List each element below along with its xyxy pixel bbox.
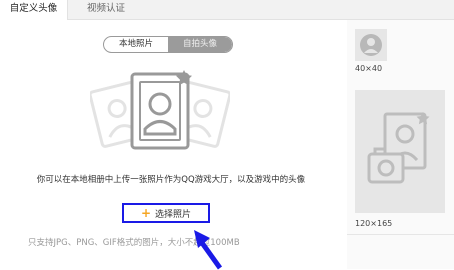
tab-video-verify[interactable]: 视频认证 xyxy=(76,0,136,19)
toggle-selfie-avatar[interactable]: 自拍头像 xyxy=(168,37,232,52)
annotation-arrow-icon xyxy=(194,230,223,270)
toggle-local-photo[interactable]: 本地照片 xyxy=(104,37,168,52)
large-size-label: 120×165 xyxy=(355,219,393,228)
photo-illustration-icon xyxy=(90,70,230,150)
divider xyxy=(347,234,454,235)
avatar-preview-small xyxy=(355,29,387,61)
tab-bar: 自定义头像 视频认证 xyxy=(0,0,454,20)
camera-portrait-icon xyxy=(367,112,430,184)
choose-photo-button[interactable]: + 选择照片 xyxy=(122,203,210,223)
small-size-label: 40×40 xyxy=(355,64,383,73)
photo-source-toggle: 本地照片 自拍头像 xyxy=(103,36,233,53)
tab-custom-avatar[interactable]: 自定义头像 xyxy=(0,0,68,20)
upload-description: 你可以在本地相册中上传一张照片作为QQ游戏大厅，以及游戏中的头像 xyxy=(36,175,306,185)
upload-panel: 本地照片 自拍头像 你可以在本地相册中上传一张照片作为QQ游戏大厅，以及游戏中的… xyxy=(0,20,342,270)
plus-icon: + xyxy=(140,206,152,220)
choose-photo-label: 选择照片 xyxy=(155,210,192,220)
avatar-preview-large xyxy=(355,90,445,213)
avatar-placeholder-icon xyxy=(360,34,382,56)
preview-panel: 40×40 120×165 xyxy=(347,20,454,269)
